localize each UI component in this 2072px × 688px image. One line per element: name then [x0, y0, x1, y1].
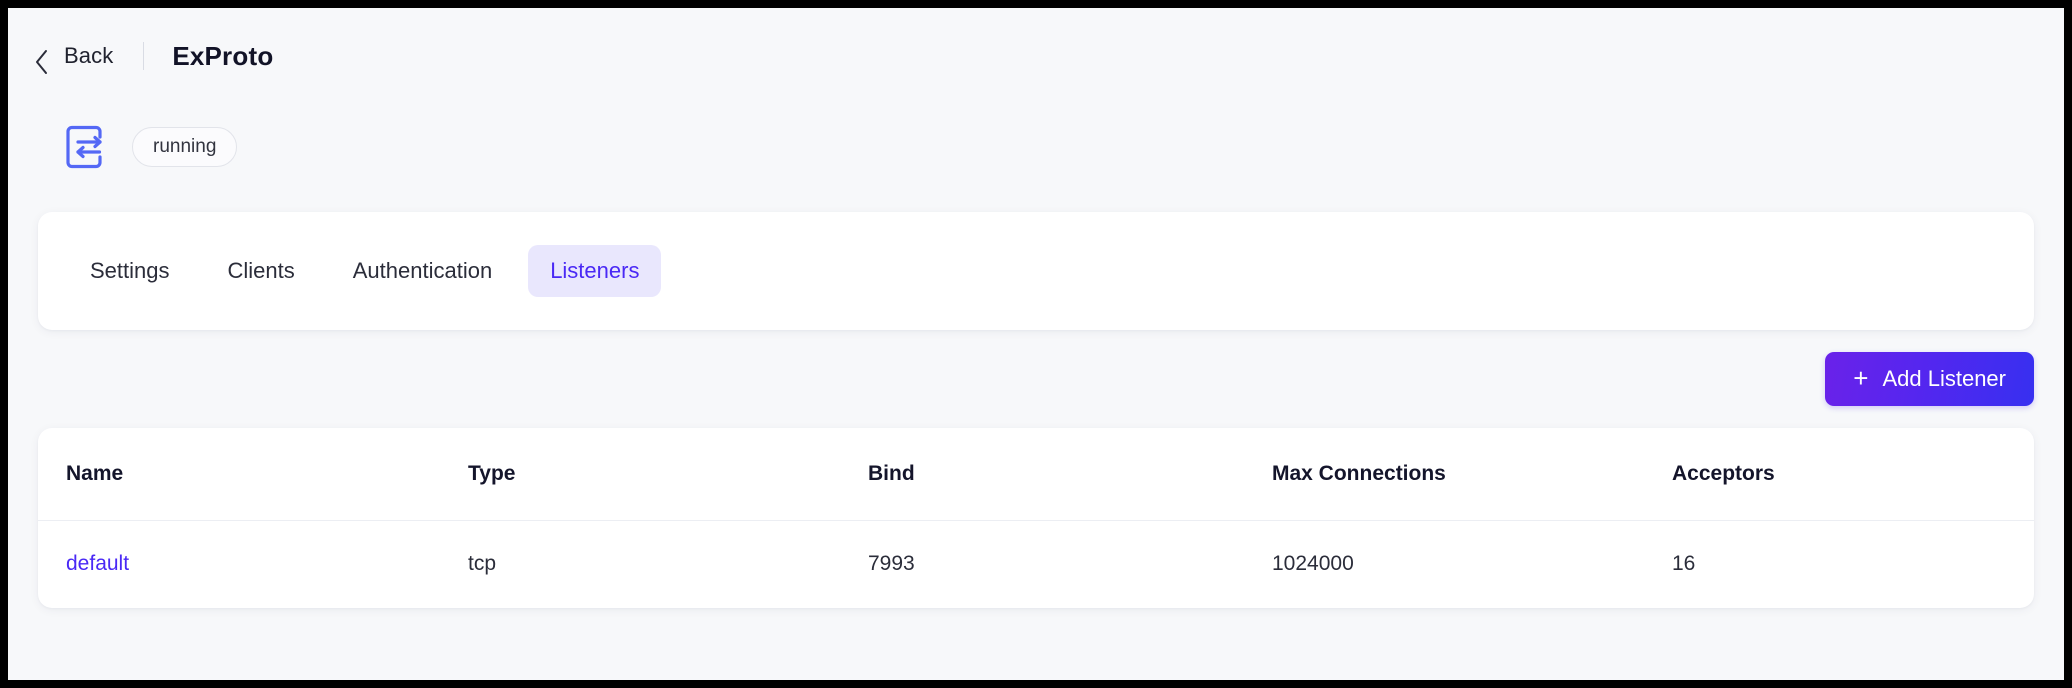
listener-name-link[interactable]: default [66, 552, 129, 575]
column-header-bind: Bind [840, 428, 1244, 520]
listeners-table: Name Type Bind Max Connections Acceptors… [38, 428, 2034, 608]
tab-list: Settings Clients Authentication Listener… [68, 245, 661, 297]
cell-acceptors: 16 [1644, 520, 2034, 608]
chevron-left-icon [34, 49, 50, 65]
cell-bind: 7993 [840, 520, 1244, 608]
table-row[interactable]: default tcp 7993 1024000 16 [38, 520, 2034, 608]
back-button[interactable]: Back [34, 43, 113, 69]
listeners-table-card: Name Type Bind Max Connections Acceptors… [38, 428, 2034, 608]
tab-settings[interactable]: Settings [68, 245, 192, 297]
plus-icon: + [1853, 365, 1868, 391]
cell-max-connections: 1024000 [1244, 520, 1644, 608]
table-toolbar: + Add Listener [8, 330, 2064, 428]
add-listener-button[interactable]: + Add Listener [1825, 352, 2034, 406]
back-label: Back [64, 43, 113, 69]
app-root: Back ExProto running Settings Clients Au… [8, 8, 2064, 680]
header-divider [143, 42, 144, 70]
status-badge: running [132, 127, 237, 167]
tab-authentication[interactable]: Authentication [331, 245, 514, 297]
identity-row: running [8, 104, 2064, 190]
page-title: ExProto [172, 41, 273, 72]
table-header-row: Name Type Bind Max Connections Acceptors [38, 428, 2034, 520]
cell-type: tcp [440, 520, 840, 608]
page-header: Back ExProto [8, 8, 2064, 104]
column-header-type: Type [440, 428, 840, 520]
table-body: default tcp 7993 1024000 16 [38, 520, 2034, 608]
tabs-card: Settings Clients Authentication Listener… [38, 212, 2034, 330]
column-header-max-connections: Max Connections [1244, 428, 1644, 520]
tab-listeners[interactable]: Listeners [528, 245, 661, 297]
exproto-exchange-icon [60, 123, 108, 171]
table-head: Name Type Bind Max Connections Acceptors [38, 428, 2034, 520]
column-header-acceptors: Acceptors [1644, 428, 2034, 520]
cell-name: default [38, 520, 440, 608]
tab-clients[interactable]: Clients [206, 245, 317, 297]
add-listener-label: Add Listener [1882, 366, 2006, 392]
column-header-name: Name [38, 428, 440, 520]
